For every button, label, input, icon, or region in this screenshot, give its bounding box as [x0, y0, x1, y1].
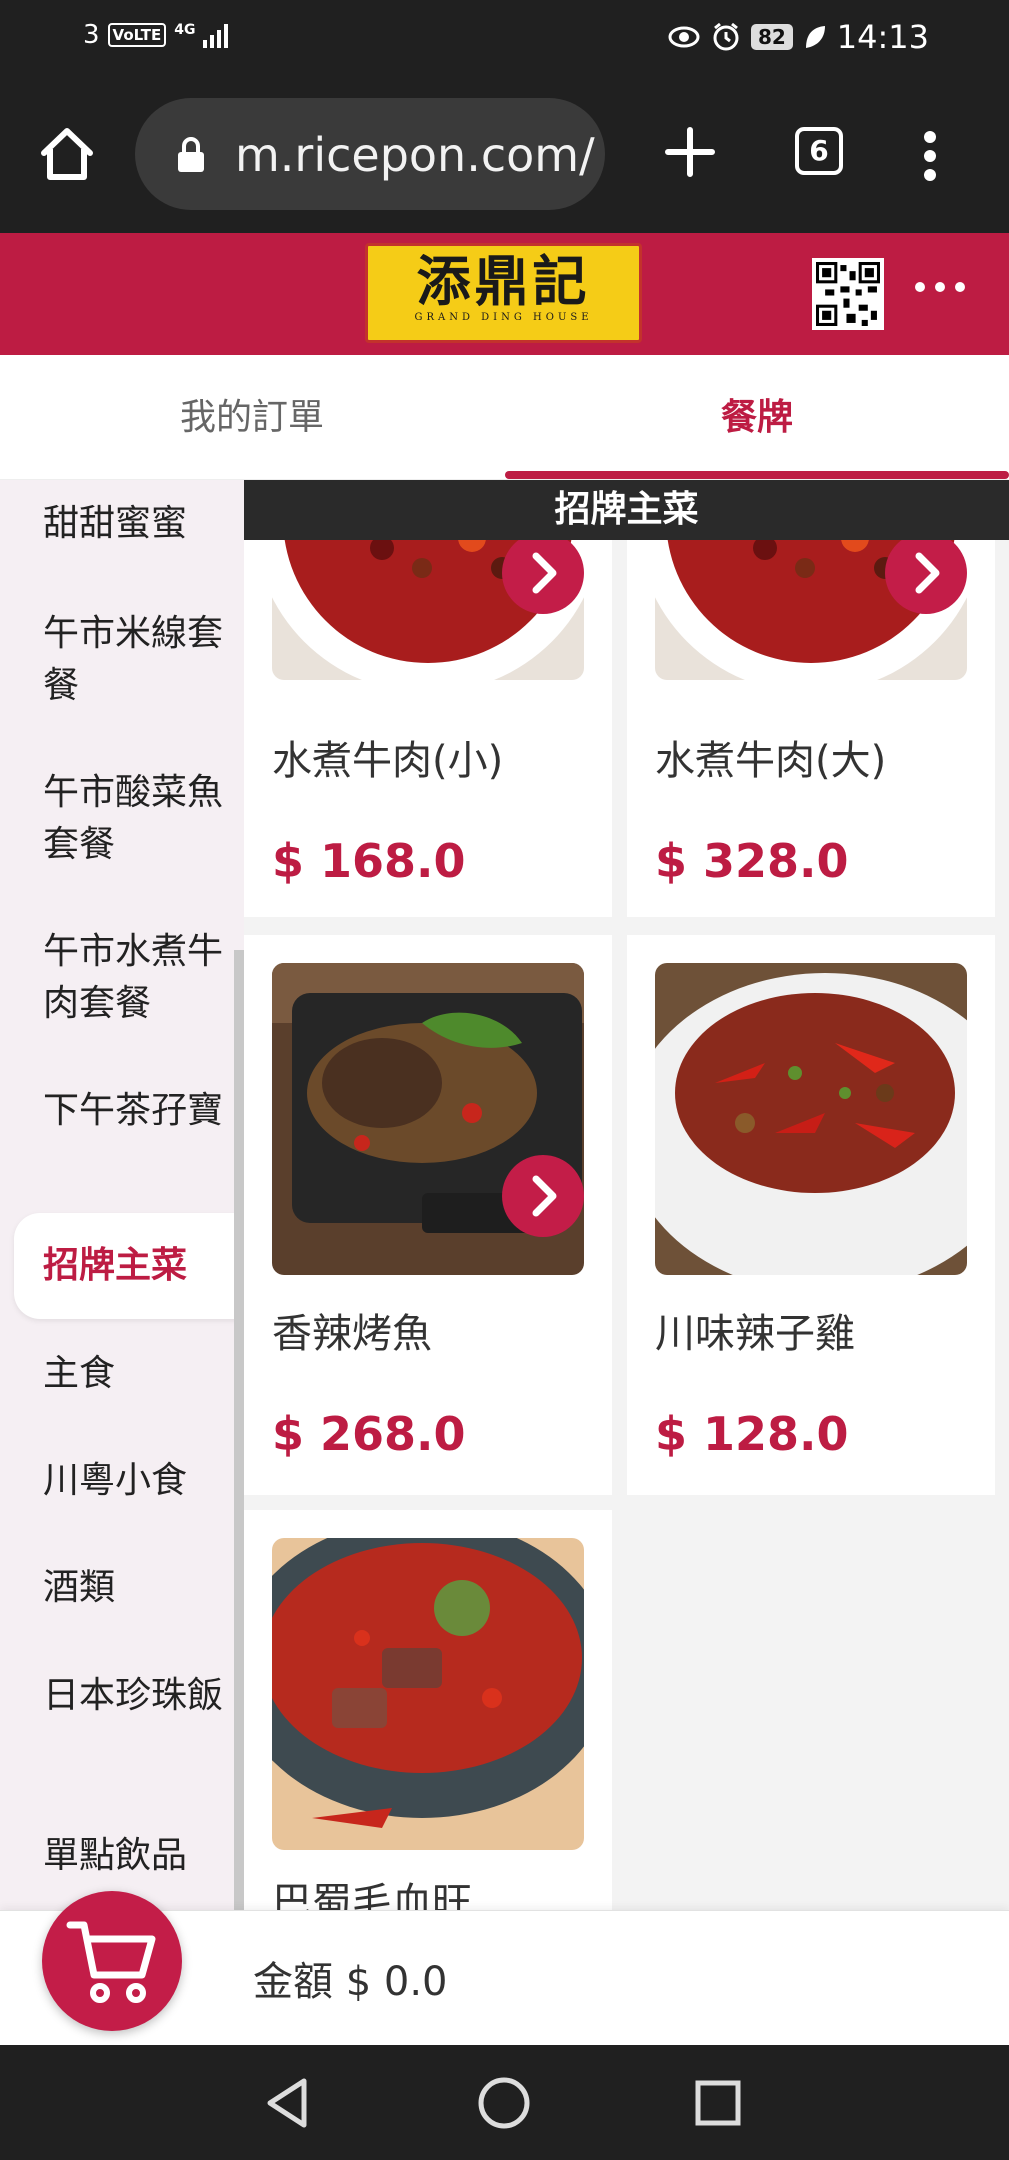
home-circle-icon[interactable] [476, 2075, 532, 2131]
browser-toolbar: m.ricepon.com/ 6 [0, 75, 1009, 233]
recents-icon[interactable] [690, 2075, 746, 2131]
alarm-icon [713, 22, 739, 51]
sidebar-scrollbar[interactable] [234, 950, 244, 1910]
menu-item-name: 水煮牛肉(大) [655, 738, 887, 784]
chevron-right-icon [915, 552, 940, 594]
cart-bar: 金額 $ 0.0 [0, 1891, 1009, 2045]
category-item[interactable]: 下午茶孖寶 [0, 1085, 244, 1137]
category-item-active[interactable]: 招牌主菜 [14, 1213, 244, 1319]
category-item[interactable]: 主食 [0, 1348, 244, 1400]
section-title: 招牌主菜 [244, 480, 1009, 540]
tab-menu[interactable]: 餐牌 [505, 355, 1009, 480]
brand-logo[interactable]: 添鼎記 GRAND DING HOUSE [365, 243, 642, 343]
category-item[interactable]: 酒類 [0, 1562, 244, 1614]
chili-chicken-photo[interactable] [655, 963, 967, 1275]
menu-item-card[interactable]: 川味辣子雞 $ 128.0 [627, 935, 995, 1495]
home-icon[interactable] [38, 125, 96, 183]
app-header: 添鼎記 GRAND DING HOUSE [0, 233, 1009, 355]
category-item[interactable]: 午市米線套餐 [0, 608, 244, 712]
logo-subtitle: GRAND DING HOUSE [414, 312, 593, 323]
menu-item-card[interactable]: 巴蜀毛血旺 [244, 1510, 612, 1910]
category-sidebar[interactable]: 甜甜蜜蜜 午市米線套餐 午市酸菜魚套餐 午市水煮牛肉套餐 下午茶孖寶 招牌主菜 … [0, 480, 244, 1910]
menu-item-price: $ 128.0 [655, 1407, 849, 1461]
active-tab-indicator [505, 471, 1009, 479]
sim-slot: 3 [83, 20, 100, 50]
status-left: 3 VoLTE 4G [83, 20, 229, 50]
category-item[interactable]: 川粵小食 [0, 1455, 244, 1507]
cart-icon [66, 1921, 156, 2003]
battery-icon: 82 [750, 24, 793, 50]
system-nav-bar [0, 2045, 1009, 2160]
category-item[interactable]: 日本珍珠飯 [0, 1670, 244, 1722]
menu-item-name: 川味辣子雞 [655, 1311, 855, 1357]
menu-content[interactable]: 招牌主菜 水煮牛肉(小) $ 168.0 水煮牛肉(大) $ 328.0 香辣烤… [244, 480, 1009, 1910]
network-type: 4G [174, 22, 196, 38]
qr-code-icon[interactable] [812, 258, 884, 330]
menu-item-price: $ 168.0 [272, 834, 466, 888]
item-options-button[interactable] [502, 1155, 584, 1237]
url-bar[interactable]: m.ricepon.com/ [135, 98, 605, 210]
more-icon[interactable] [912, 275, 968, 299]
status-bar: 3 VoLTE 4G 82 14:13 [0, 0, 1009, 75]
chevron-right-icon [532, 1175, 557, 1217]
item-options-button[interactable] [885, 532, 967, 614]
status-right: 82 14:13 [667, 18, 929, 56]
menu-dots-icon[interactable] [918, 131, 942, 181]
item-options-button[interactable] [502, 532, 584, 614]
tab-bar: 我的訂單 餐牌 [0, 355, 1009, 480]
url-text: m.ricepon.com/ [235, 128, 595, 182]
menu-item-card[interactable]: 水煮牛肉(小) $ 168.0 [244, 480, 612, 917]
menu-item-name: 香辣烤魚 [272, 1311, 432, 1357]
tabs-icon[interactable]: 6 [795, 127, 843, 175]
cart-total: 金額 $ 0.0 [253, 1959, 448, 2005]
eye-comfort-icon [668, 26, 700, 48]
category-item[interactable]: 甜甜蜜蜜 [0, 498, 244, 550]
tab-my-orders[interactable]: 我的訂單 [0, 355, 504, 480]
menu-item-price: $ 328.0 [655, 834, 849, 888]
plus-icon[interactable] [665, 127, 715, 177]
logo-title: 添鼎記 [416, 249, 591, 313]
category-item[interactable]: 午市酸菜魚套餐 [0, 767, 244, 871]
volte-badge: VoLTE [107, 23, 167, 47]
signal-icon [203, 22, 229, 48]
back-icon[interactable] [260, 2075, 316, 2131]
duck-blood-stew-photo[interactable] [272, 1538, 584, 1850]
lock-icon [178, 137, 204, 172]
cart-button[interactable] [42, 1891, 182, 2031]
leaf-icon [805, 26, 825, 48]
clock: 14:13 [836, 18, 929, 56]
menu-item-name: 巴蜀毛血旺 [272, 1880, 472, 1910]
menu-item-card[interactable]: 香辣烤魚 $ 268.0 [244, 935, 612, 1495]
menu-item-price: $ 268.0 [272, 1407, 466, 1461]
category-item[interactable]: 單點飲品 [0, 1830, 244, 1882]
category-item[interactable]: 午市水煮牛肉套餐 [0, 926, 244, 1030]
menu-item-card[interactable]: 水煮牛肉(大) $ 328.0 [627, 480, 995, 917]
chevron-right-icon [532, 552, 557, 594]
menu-item-name: 水煮牛肉(小) [272, 738, 504, 784]
